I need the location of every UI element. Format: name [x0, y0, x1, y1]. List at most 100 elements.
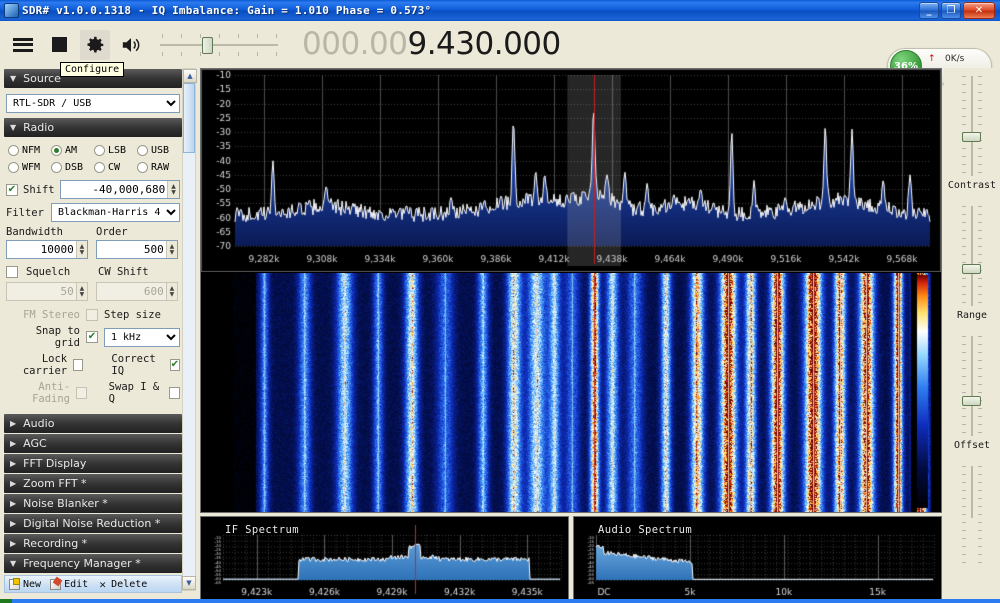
snap-to-grid-row: Snap to grid 1 Hz10 Hz100 Hz1 kHz5 kHz10…: [6, 325, 180, 349]
restore-button[interactable]: ❐: [941, 2, 961, 19]
chevron-down-icon: ▼: [10, 74, 16, 83]
source-device-select[interactable]: RTL-SDR / USBAIRSPYHackRFSDRplayIQ File …: [6, 94, 180, 113]
contrast-slider[interactable]: Contrast: [944, 68, 1000, 198]
radio-mode-dsb[interactable]: DSB: [51, 162, 94, 173]
order-input[interactable]: [97, 241, 166, 258]
section-header-noise-blanker[interactable]: ▶Noise Blanker *: [4, 494, 182, 513]
title-bar: SDR# v1.0.0.1318 - IQ Imbalance: Gain = …: [0, 0, 1000, 21]
radio-mode-usb[interactable]: USB: [137, 145, 180, 156]
close-x-icon: ✕: [97, 579, 108, 590]
lock-carrier-checkbox[interactable]: [73, 359, 83, 371]
minimize-button[interactable]: _: [919, 2, 939, 19]
squelch-stepper[interactable]: ▲▼: [6, 282, 88, 301]
spectrum-waterfall-container[interactable]: [200, 68, 942, 513]
close-icon: ✕: [975, 6, 983, 16]
shift-input[interactable]: [61, 181, 168, 198]
gear-icon[interactable]: [80, 30, 110, 60]
radio-mode-am[interactable]: AM: [51, 145, 94, 156]
if-spectrum-panel[interactable]: IF Spectrum: [200, 516, 569, 601]
radio-circle-icon[interactable]: [8, 145, 19, 156]
radio-circle-icon[interactable]: [51, 162, 62, 173]
fm-edit-button[interactable]: Edit: [50, 579, 88, 590]
scroll-track[interactable]: [183, 83, 195, 576]
gear-glyph: [84, 34, 106, 56]
radio-mode-label: RAW: [151, 162, 169, 173]
scroll-up-button[interactable]: ▲: [183, 69, 197, 83]
lock-carrier-row: Lock carrier Correct IQ: [6, 353, 180, 377]
stop-icon[interactable]: [44, 30, 74, 60]
speaker-icon[interactable]: [116, 30, 146, 60]
section-header-agc[interactable]: ▶AGC: [4, 434, 182, 453]
scroll-down-button[interactable]: ▼: [182, 576, 196, 590]
radio-circle-icon[interactable]: [51, 145, 62, 156]
contrast-thumb[interactable]: [962, 132, 981, 142]
section-label: Digital Noise Reduction *: [23, 517, 160, 530]
bandwidth-spin-arrows[interactable]: ▲▼: [76, 241, 87, 258]
step-size-select[interactable]: 1 Hz10 Hz100 Hz1 kHz5 kHz10 kHz: [104, 328, 180, 347]
filter-row: Filter Blackman-Harris 4Blackman-Harris …: [6, 203, 180, 222]
section-header-recording[interactable]: ▶Recording *: [4, 534, 182, 553]
shift-stepper[interactable]: ▲▼: [60, 180, 180, 199]
shift-checkbox[interactable]: [6, 184, 18, 196]
squelch-input[interactable]: [7, 283, 76, 300]
section-header-frequency-manager[interactable]: ▼Frequency Manager *: [4, 554, 182, 573]
shift-spin-arrows[interactable]: ▲▼: [167, 181, 179, 198]
section-header-digital-noise-reduction[interactable]: ▶Digital Noise Reduction *: [4, 514, 182, 533]
section-header-radio[interactable]: ▼ Radio: [4, 118, 182, 137]
cw-shift-spin-arrows[interactable]: ▲▼: [166, 283, 177, 300]
radio-mode-nfm[interactable]: NFM: [8, 145, 51, 156]
fm-delete-button[interactable]: ✕Delete: [97, 579, 147, 590]
section-header-fft-display[interactable]: ▶FFT Display: [4, 454, 182, 473]
left-panel-scrollbar[interactable]: ▲ ▼: [182, 68, 196, 591]
radio-mode-wfm[interactable]: WFM: [8, 162, 51, 173]
radio-mode-raw[interactable]: RAW: [137, 162, 180, 173]
order-spin-arrows[interactable]: ▲▼: [166, 241, 177, 258]
rf-spectrum-chart[interactable]: [201, 69, 941, 272]
radio-circle-icon[interactable]: [94, 145, 105, 156]
fm-delete-label: Delete: [111, 579, 147, 590]
source-body: RTL-SDR / USBAIRSPYHackRFSDRplayIQ File …: [0, 88, 186, 117]
upload-rate: 0K/s: [945, 52, 964, 66]
waterfall-chart[interactable]: [201, 273, 941, 512]
fm-new-button[interactable]: New: [9, 579, 41, 590]
hamburger-icon[interactable]: [8, 30, 38, 60]
close-button[interactable]: ✕: [963, 2, 995, 19]
correct-iq-label: Correct IQ: [111, 353, 163, 377]
main-toolbar: 000.009.430.000 36% ↑0K/s ↓0K/s: [0, 21, 1000, 68]
squelch-spin-arrows[interactable]: ▲▼: [76, 283, 87, 300]
volume-thumb[interactable]: [202, 37, 213, 54]
scroll-thumb[interactable]: [183, 83, 195, 153]
radio-circle-icon[interactable]: [137, 162, 148, 173]
section-header-audio[interactable]: ▶Audio: [4, 414, 182, 433]
audio-spectrum-panel[interactable]: Audio Spectrum: [573, 516, 942, 601]
minimize-icon: _: [927, 6, 932, 16]
radio-body: NFMAMLSBUSB WFM DSB CW RAW Shift ▲▼ Filter B…: [0, 137, 186, 413]
squelch-checkbox[interactable]: [6, 266, 18, 278]
radio-mode-cw[interactable]: CW: [94, 162, 137, 173]
cw-shift-input[interactable]: [97, 283, 166, 300]
bandwidth-input[interactable]: [7, 241, 76, 258]
swap-iq-checkbox[interactable]: [169, 387, 180, 399]
cw-shift-stepper[interactable]: ▲▼: [96, 282, 178, 301]
radio-mode-label: DSB: [65, 162, 83, 173]
offset-slider[interactable]: Offset: [944, 328, 1000, 458]
filter-select[interactable]: Blackman-Harris 4Blackman-Harris 7Hammin…: [51, 203, 180, 222]
radio-circle-icon[interactable]: [137, 145, 148, 156]
extra-slider[interactable]: [944, 458, 1000, 518]
radio-circle-icon[interactable]: [8, 162, 19, 173]
filter-label: Filter: [6, 207, 46, 219]
shift-row: Shift ▲▼: [6, 180, 180, 199]
radio-circle-icon[interactable]: [94, 162, 105, 173]
app-icon: [4, 3, 19, 18]
offset-thumb[interactable]: [962, 396, 981, 406]
correct-iq-checkbox[interactable]: [170, 359, 180, 371]
frequency-display[interactable]: 000.009.430.000: [302, 29, 561, 60]
section-header-zoom-fft[interactable]: ▶Zoom FFT *: [4, 474, 182, 493]
range-thumb[interactable]: [962, 264, 981, 274]
volume-slider[interactable]: [160, 32, 278, 58]
range-slider[interactable]: Range: [944, 198, 1000, 328]
snap-to-grid-checkbox[interactable]: [86, 331, 98, 343]
order-stepper[interactable]: ▲▼: [96, 240, 178, 259]
bandwidth-stepper[interactable]: ▲▼: [6, 240, 88, 259]
radio-mode-lsb[interactable]: LSB: [94, 145, 137, 156]
